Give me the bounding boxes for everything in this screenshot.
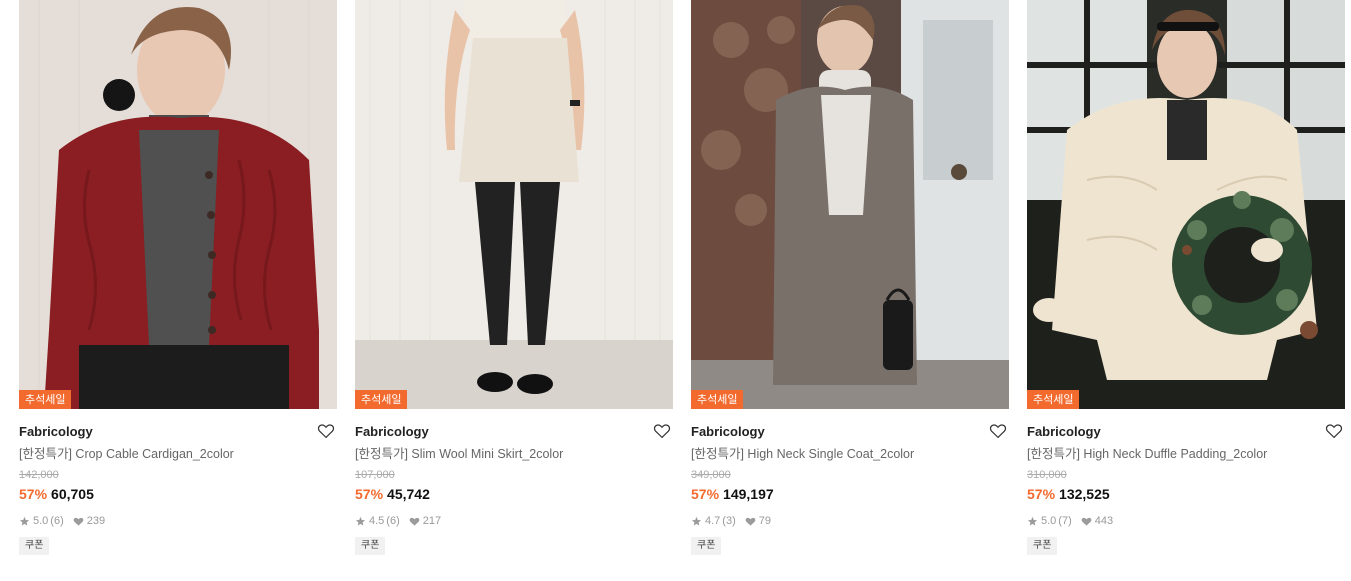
coupon-tag: 쿠폰 — [355, 537, 386, 555]
heart-small-icon — [409, 517, 420, 526]
heart-icon[interactable] — [653, 422, 671, 440]
heart-small-icon — [745, 517, 756, 526]
product-title[interactable]: [한정특가] Crop Cable Cardigan_2color — [19, 445, 337, 463]
sale-badge: 추석세일 — [19, 390, 72, 409]
original-price: 107,000 — [355, 469, 395, 481]
product-image[interactable]: 추석세일 — [19, 0, 337, 409]
product-title[interactable]: [한정특가] Slim Wool Mini Skirt_2color — [355, 445, 673, 463]
star-icon — [1027, 516, 1038, 526]
sale-price: 149,197 — [723, 486, 774, 502]
product-card[interactable]: 추석세일 Fabricology [한정특가] Crop Cable Cardi… — [19, 0, 337, 555]
heart-small-icon — [1081, 517, 1092, 526]
brand-name[interactable]: Fabricology — [1027, 422, 1345, 442]
product-photo — [355, 0, 673, 409]
heart-icon[interactable] — [1325, 422, 1343, 440]
like-count: 239 — [86, 515, 106, 527]
like-count: 79 — [758, 515, 771, 527]
product-image[interactable]: 추석세일 — [355, 0, 673, 409]
original-price: 310,000 — [1027, 469, 1067, 481]
product-photo — [691, 0, 1009, 409]
rating-value: 5.0 — [33, 515, 49, 527]
discount-rate: 57% — [691, 486, 720, 502]
product-title[interactable]: [한정특가] High Neck Single Coat_2color — [691, 445, 1009, 463]
star-icon — [19, 516, 30, 526]
product-card[interactable]: 추석세일 Fabricology [한정특가] Slim Wool Mini S… — [355, 0, 673, 555]
review-count: (6) — [50, 515, 64, 527]
original-price: 349,000 — [691, 469, 731, 481]
sale-badge: 추석세일 — [355, 390, 408, 409]
sale-price: 132,525 — [1059, 486, 1110, 502]
coupon-tag: 쿠폰 — [19, 537, 50, 555]
product-photo — [19, 0, 337, 409]
review-count: (6) — [386, 515, 400, 527]
brand-name[interactable]: Fabricology — [691, 422, 1009, 442]
brand-name[interactable]: Fabricology — [355, 422, 673, 442]
heart-small-icon — [73, 517, 84, 526]
sale-badge: 추석세일 — [691, 390, 744, 409]
rating-value: 4.5 — [369, 515, 385, 527]
rating-value: 4.7 — [705, 515, 721, 527]
heart-icon[interactable] — [989, 422, 1007, 440]
product-card[interactable]: 추석세일 Fabricology [한정특가] High Neck Duffle… — [1027, 0, 1345, 555]
sale-badge: 추석세일 — [1027, 390, 1080, 409]
sale-price: 60,705 — [51, 486, 94, 502]
product-image[interactable]: 추석세일 — [1027, 0, 1345, 409]
heart-icon[interactable] — [317, 422, 335, 440]
review-count: (7) — [1058, 515, 1072, 527]
star-icon — [355, 516, 366, 526]
rating-value: 5.0 — [1041, 515, 1057, 527]
product-image[interactable]: 추석세일 — [691, 0, 1009, 409]
coupon-tag: 쿠폰 — [1027, 537, 1058, 555]
coupon-tag: 쿠폰 — [691, 537, 722, 555]
review-count: (3) — [722, 515, 736, 527]
like-count: 443 — [1094, 515, 1114, 527]
star-icon — [691, 516, 702, 526]
discount-rate: 57% — [19, 486, 48, 502]
product-grid: 추석세일 Fabricology [한정특가] Crop Cable Cardi… — [0, 0, 1351, 581]
discount-rate: 57% — [1027, 486, 1056, 502]
product-title[interactable]: [한정특가] High Neck Duffle Padding_2color — [1027, 445, 1345, 463]
like-count: 217 — [422, 515, 442, 527]
product-card[interactable]: 추석세일 Fabricology [한정특가] High Neck Single… — [691, 0, 1009, 555]
brand-name[interactable]: Fabricology — [19, 422, 337, 442]
sale-price: 45,742 — [387, 486, 430, 502]
original-price: 142,000 — [19, 469, 59, 481]
discount-rate: 57% — [355, 486, 384, 502]
product-photo — [1027, 0, 1345, 409]
